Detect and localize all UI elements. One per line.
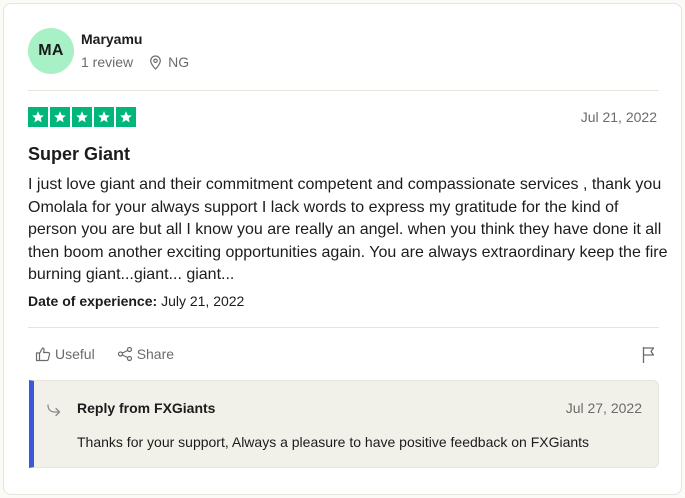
review-card: MA Maryamu 1 review NG Jul 21, 2022 Supe…	[3, 3, 682, 495]
header-divider	[28, 90, 659, 91]
review-count: 1 review	[81, 54, 134, 70]
reply-arrow-icon	[47, 404, 61, 417]
experience-date: July 21, 2022	[161, 293, 245, 309]
review-date: Jul 21, 2022	[580, 109, 657, 125]
review-text: I just love giant and their commitment c…	[28, 176, 668, 283]
star-rating	[28, 107, 136, 127]
experience-label: Date of experience:	[28, 293, 158, 309]
star-icon	[28, 107, 48, 127]
useful-label: Useful	[55, 346, 95, 362]
location-pin-icon	[150, 54, 162, 70]
thumbs-up-icon	[35, 347, 51, 362]
share-icon	[117, 346, 132, 362]
useful-button[interactable]: Useful	[35, 346, 95, 362]
reply-date: Jul 27, 2022	[565, 400, 642, 416]
date-of-experience: Date of experience: July 21, 2022	[28, 293, 244, 309]
consumer-name[interactable]: Maryamu	[81, 31, 142, 47]
star-icon	[116, 107, 136, 127]
report-button[interactable]	[641, 346, 657, 369]
location-code: NG	[168, 54, 190, 70]
flag-icon	[642, 347, 655, 363]
avatar[interactable]: MA	[28, 28, 74, 74]
reply-text: Thanks for your support, Always a pleasu…	[77, 434, 590, 450]
company-reply: Reply from FXGiants Jul 27, 2022 Thanks …	[29, 380, 659, 468]
share-label: Share	[136, 346, 175, 362]
review-title[interactable]: Super Giant	[28, 144, 130, 165]
share-button[interactable]: Share	[117, 346, 174, 362]
star-icon	[72, 107, 92, 127]
actions-divider	[28, 327, 659, 328]
reply-title: Reply from FXGiants	[77, 400, 216, 416]
consumer-meta: 1 review NG	[81, 54, 189, 70]
star-icon	[50, 107, 70, 127]
star-icon	[94, 107, 114, 127]
consumer-location: NG	[149, 54, 189, 70]
review-actions: Useful Share	[35, 346, 196, 362]
